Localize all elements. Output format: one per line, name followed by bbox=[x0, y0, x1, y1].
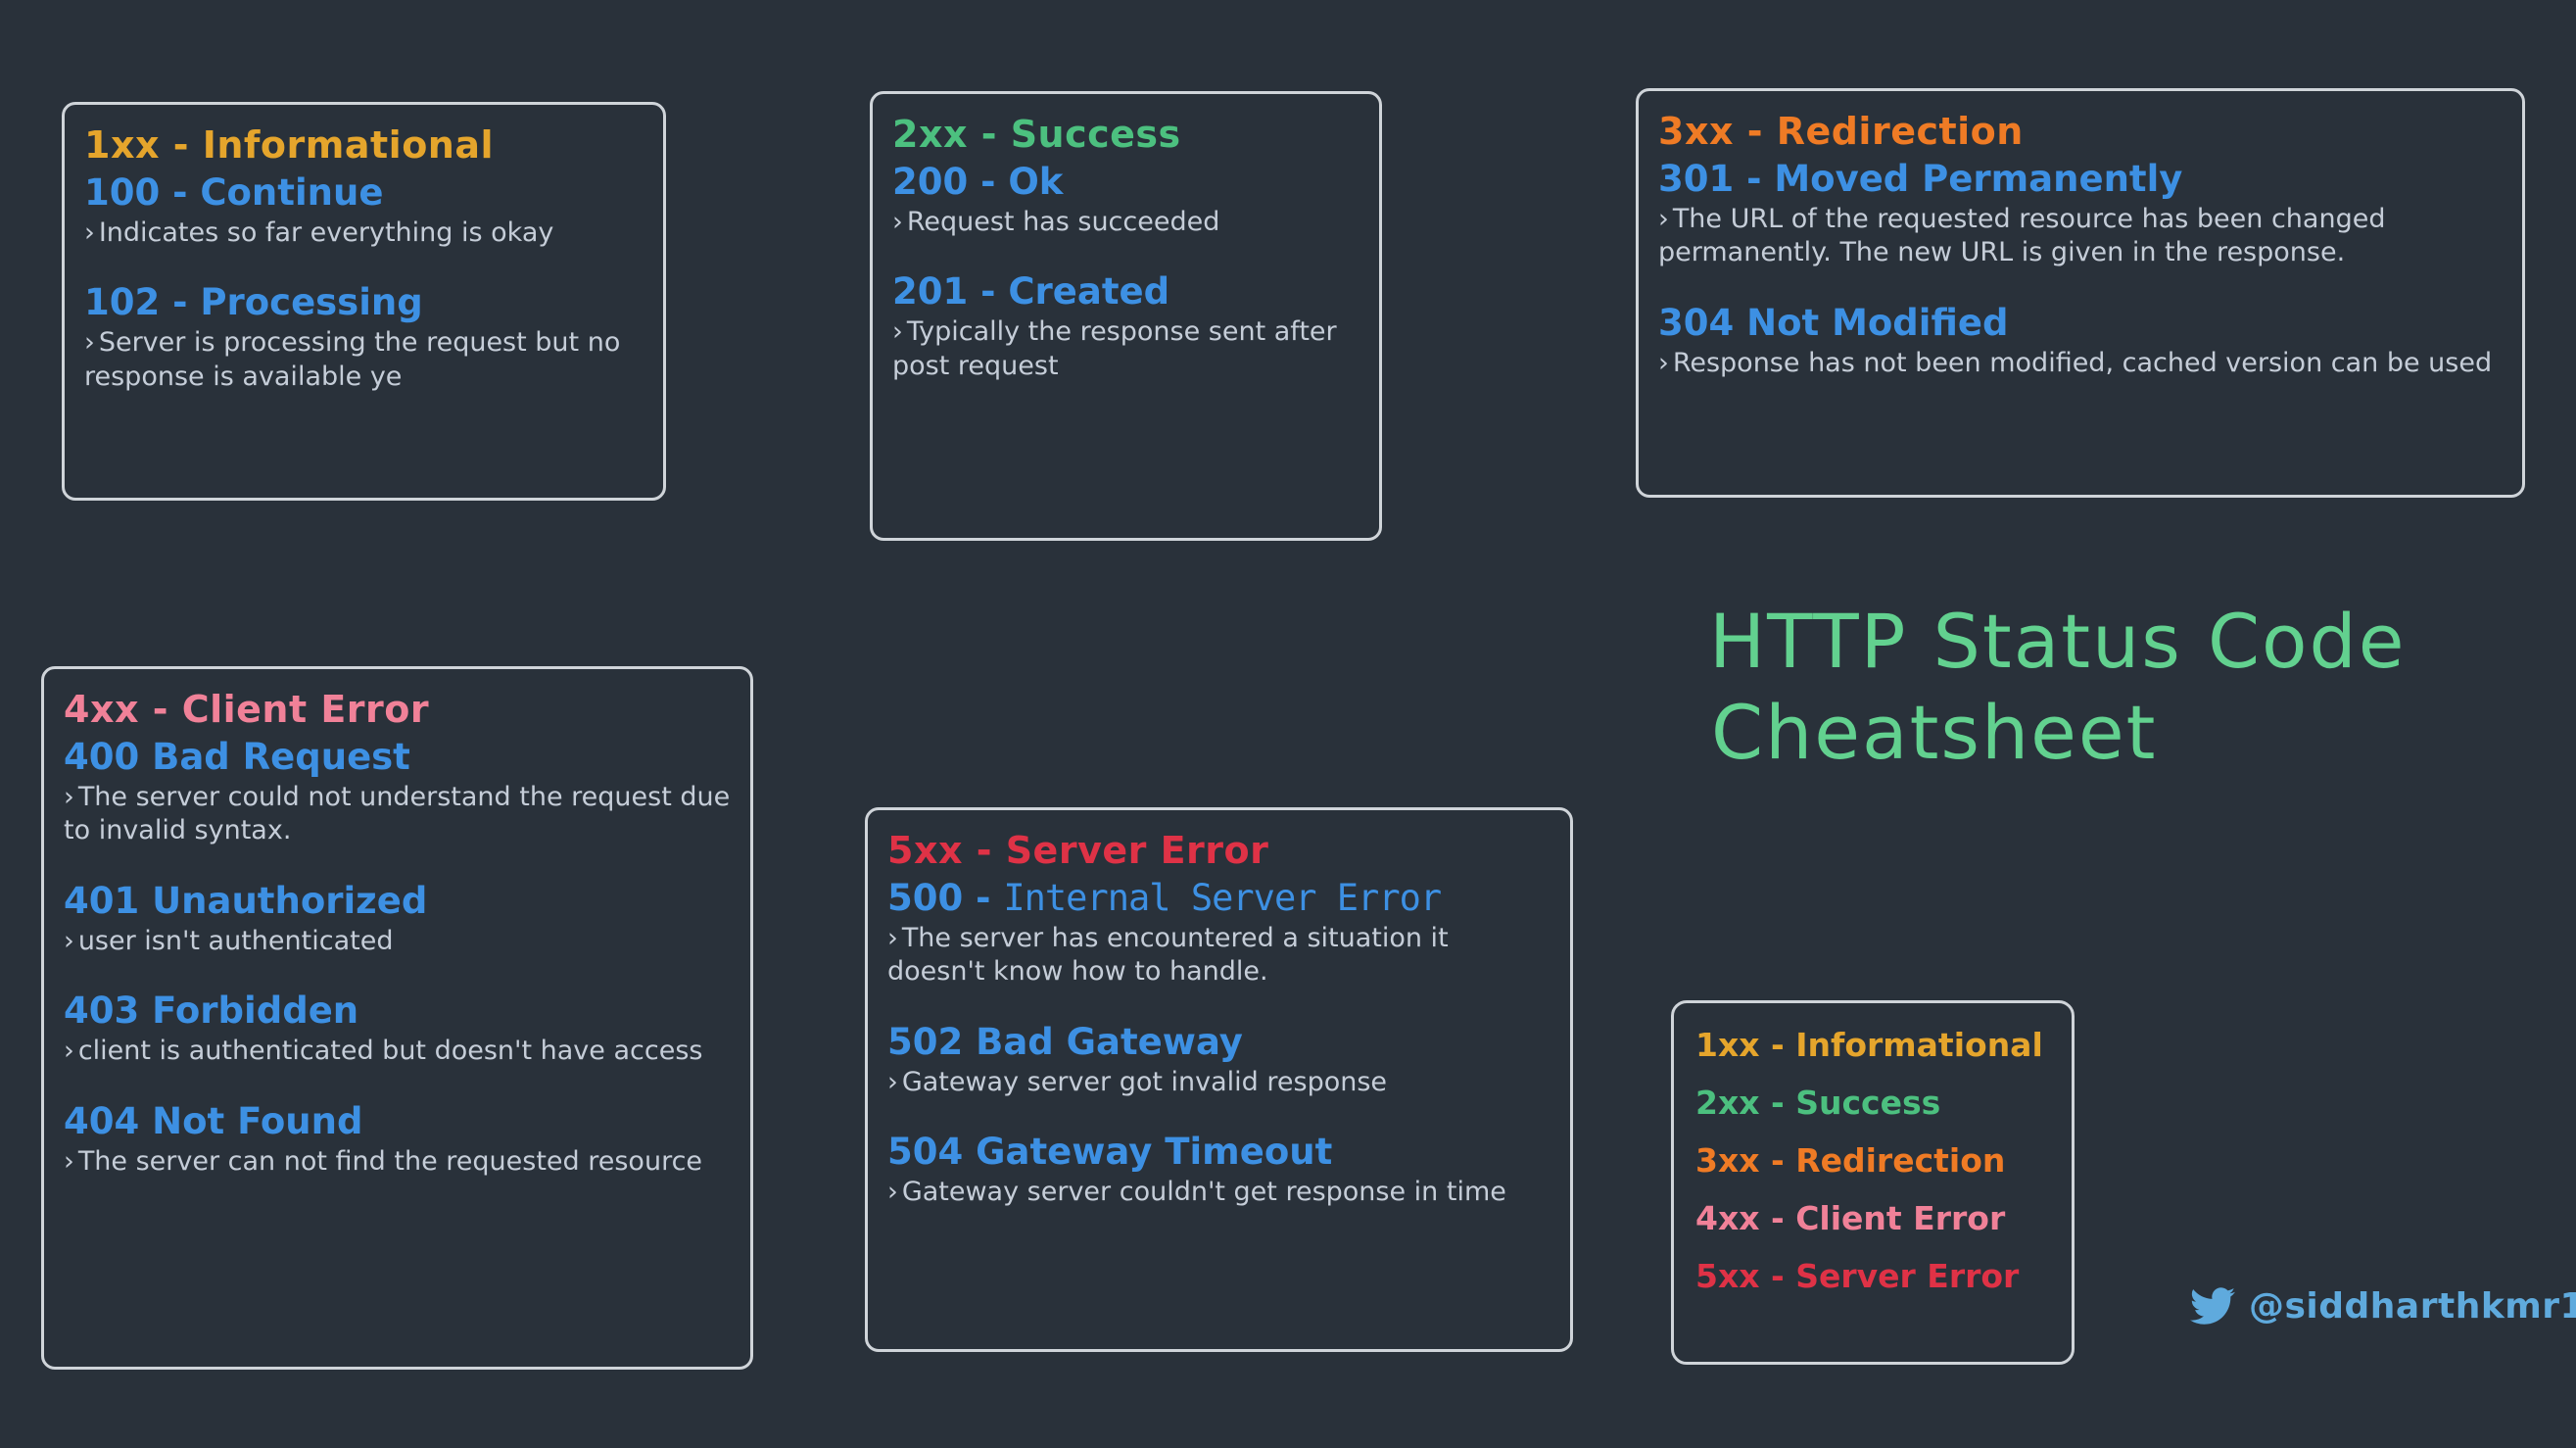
legend-item-4xx: 4xx - Client Error bbox=[1695, 1199, 2006, 1237]
legend-item-5xx: 5xx - Server Error bbox=[1695, 1257, 2020, 1295]
card-category-title-3xx: 3xx - Redirection bbox=[1658, 110, 2024, 153]
status-description-text: The server can not find the requested re… bbox=[77, 1145, 703, 1177]
status-description-304: › Response has not been modified, cached … bbox=[1658, 347, 2503, 381]
status-entry-301: 301 - Moved Permanently › The URL of the … bbox=[1658, 157, 2503, 270]
card-category-title-5xx: 5xx - Server Error bbox=[887, 829, 1269, 872]
status-card-1xx: 1xx - Informational 100 - Continue › Indi… bbox=[62, 102, 666, 501]
chevron-icon: › bbox=[64, 925, 74, 956]
chevron-icon: › bbox=[892, 316, 903, 348]
status-code-title-401: 401 Unauthorized bbox=[64, 879, 428, 922]
status-code-title-502: 502 Bad Gateway bbox=[887, 1020, 1243, 1063]
legend-item-1xx: 1xx - Informational bbox=[1695, 1026, 2043, 1064]
chevron-icon: › bbox=[64, 1145, 74, 1177]
cheatsheet-poster: 1xx - Informational 100 - Continue › Indi… bbox=[0, 0, 2576, 1448]
status-code-title-404: 404 Not Found bbox=[64, 1099, 363, 1142]
status-code-prefix: 500 - bbox=[887, 876, 1004, 919]
status-entry-102: 102 - Processing › Server is processing t… bbox=[84, 283, 644, 394]
status-description-200: › Request has succeeded bbox=[892, 206, 1360, 240]
card-category-title-4xx: 4xx - Client Error bbox=[64, 688, 430, 731]
status-code-title-304: 304 Not Modified bbox=[1658, 301, 2009, 344]
status-description-201: › Typically the response sent after post … bbox=[892, 315, 1360, 383]
status-description-text: The URL of the requested resource has be… bbox=[1658, 203, 2386, 268]
status-entry-200: 200 - Ok › Request has succeeded bbox=[892, 160, 1360, 240]
status-description-text: Indicates so far everything is okay bbox=[98, 217, 554, 248]
twitter-credit: @siddharthkmr1 bbox=[2190, 1283, 2576, 1328]
chevron-icon: › bbox=[84, 217, 95, 248]
status-entry-201: 201 - Created › Typically the response se… bbox=[892, 272, 1360, 383]
chevron-icon: › bbox=[887, 1177, 898, 1208]
legend-item-2xx: 2xx - Success bbox=[1695, 1084, 1941, 1122]
status-description-text: user isn't authenticated bbox=[77, 925, 394, 956]
chevron-icon: › bbox=[887, 1066, 898, 1097]
status-code-title-200: 200 - Ok bbox=[892, 160, 1064, 203]
status-description-text: Server is processing the request but no … bbox=[84, 327, 621, 392]
status-description-400: › The server could not understand the req… bbox=[64, 781, 731, 848]
status-code-title-301: 301 - Moved Permanently bbox=[1658, 157, 2183, 200]
status-description-text: Request has succeeded bbox=[906, 206, 1220, 237]
status-card-4xx: 4xx - Client Error 400 Bad Request › The … bbox=[41, 666, 753, 1370]
status-description-500: › The server has encountered a situation … bbox=[887, 922, 1550, 989]
status-code-title-201: 201 - Created bbox=[892, 270, 1170, 314]
chevron-icon: › bbox=[1658, 347, 1669, 378]
status-entry-304: 304 Not Modified › Response has not been … bbox=[1658, 301, 2503, 381]
page-title: HTTP Status Code Cheatsheet bbox=[1709, 596, 2552, 779]
page-title-line-2: Cheatsheet bbox=[1711, 689, 2158, 777]
status-description-403: › client is authenticated but doesn't hav… bbox=[64, 1035, 731, 1069]
status-entry-404: 404 Not Found › The server can not find t… bbox=[64, 1099, 731, 1180]
page-title-line-1: HTTP Status Code bbox=[1709, 598, 2407, 685]
card-category-title-2xx: 2xx - Success bbox=[892, 113, 1181, 156]
chevron-icon: › bbox=[1658, 203, 1669, 234]
status-card-5xx: 5xx - Server Error 500 - Internal Server… bbox=[865, 807, 1573, 1352]
status-code-title-102: 102 - Processing bbox=[84, 281, 423, 324]
chevron-icon: › bbox=[887, 922, 898, 953]
status-entry-502: 502 Bad Gateway › Gateway server got inva… bbox=[887, 1020, 1550, 1100]
status-description-504: › Gateway server couldn't get response in… bbox=[887, 1176, 1550, 1210]
status-entry-400: 400 Bad Request › The server could not un… bbox=[64, 735, 731, 848]
status-description-text: The server could not understand the requ… bbox=[64, 781, 731, 846]
status-description-text: Typically the response sent after post r… bbox=[892, 316, 1337, 381]
status-card-3xx: 3xx - Redirection 301 - Moved Permanentl… bbox=[1636, 88, 2525, 498]
status-description-100: › Indicates so far everything is okay bbox=[84, 217, 644, 251]
status-code-title-403: 403 Forbidden bbox=[64, 989, 359, 1033]
status-description-301: › The URL of the requested resource has b… bbox=[1658, 203, 2503, 270]
status-description-401: › user isn't authenticated bbox=[64, 925, 731, 959]
status-description-text: Gateway server got invalid response bbox=[901, 1066, 1388, 1097]
status-code-mono-text: Internal Server Error bbox=[1003, 876, 1442, 919]
chevron-icon: › bbox=[64, 781, 74, 812]
status-description-502: › Gateway server got invalid response bbox=[887, 1066, 1550, 1100]
chevron-icon: › bbox=[892, 206, 903, 237]
legend-box: 1xx - Informational 2xx - Success 3xx - … bbox=[1671, 1000, 2075, 1365]
status-description-102: › Server is processing the request but no… bbox=[84, 326, 644, 394]
status-entry-100: 100 - Continue › Indicates so far everyth… bbox=[84, 170, 644, 251]
status-code-title-504: 504 Gateway Timeout bbox=[887, 1131, 1333, 1174]
status-code-title-500: 500 - Internal Server Error bbox=[887, 876, 1550, 919]
status-description-text: Response has not been modified, cached v… bbox=[1672, 347, 2493, 378]
status-description-text: client is authenticated but doesn't have… bbox=[77, 1036, 703, 1067]
status-description-text: The server has encountered a situation i… bbox=[887, 922, 1449, 988]
status-entry-504: 504 Gateway Timeout › Gateway server coul… bbox=[887, 1133, 1550, 1210]
status-code-title-100: 100 - Continue bbox=[84, 170, 384, 214]
status-card-2xx: 2xx - Success 200 - Ok › Request has succ… bbox=[870, 91, 1382, 541]
chevron-icon: › bbox=[64, 1036, 74, 1067]
status-description-404: › The server can not find the requested r… bbox=[64, 1145, 731, 1180]
status-entry-403: 403 Forbidden › client is authenticated b… bbox=[64, 991, 731, 1069]
twitter-handle: @siddharthkmr1 bbox=[2249, 1285, 2576, 1327]
status-code-title-400: 400 Bad Request bbox=[64, 735, 410, 778]
card-category-title-1xx: 1xx - Informational bbox=[84, 123, 495, 167]
status-description-text: Gateway server couldn't get response in … bbox=[901, 1177, 1506, 1208]
legend-item-3xx: 3xx - Redirection bbox=[1695, 1141, 2006, 1180]
status-entry-401: 401 Unauthorized › user isn't authenticat… bbox=[64, 879, 731, 959]
twitter-bird-icon bbox=[2190, 1283, 2235, 1328]
chevron-icon: › bbox=[84, 327, 95, 359]
status-entry-500: 500 - Internal Server Error › The server … bbox=[887, 876, 1550, 989]
